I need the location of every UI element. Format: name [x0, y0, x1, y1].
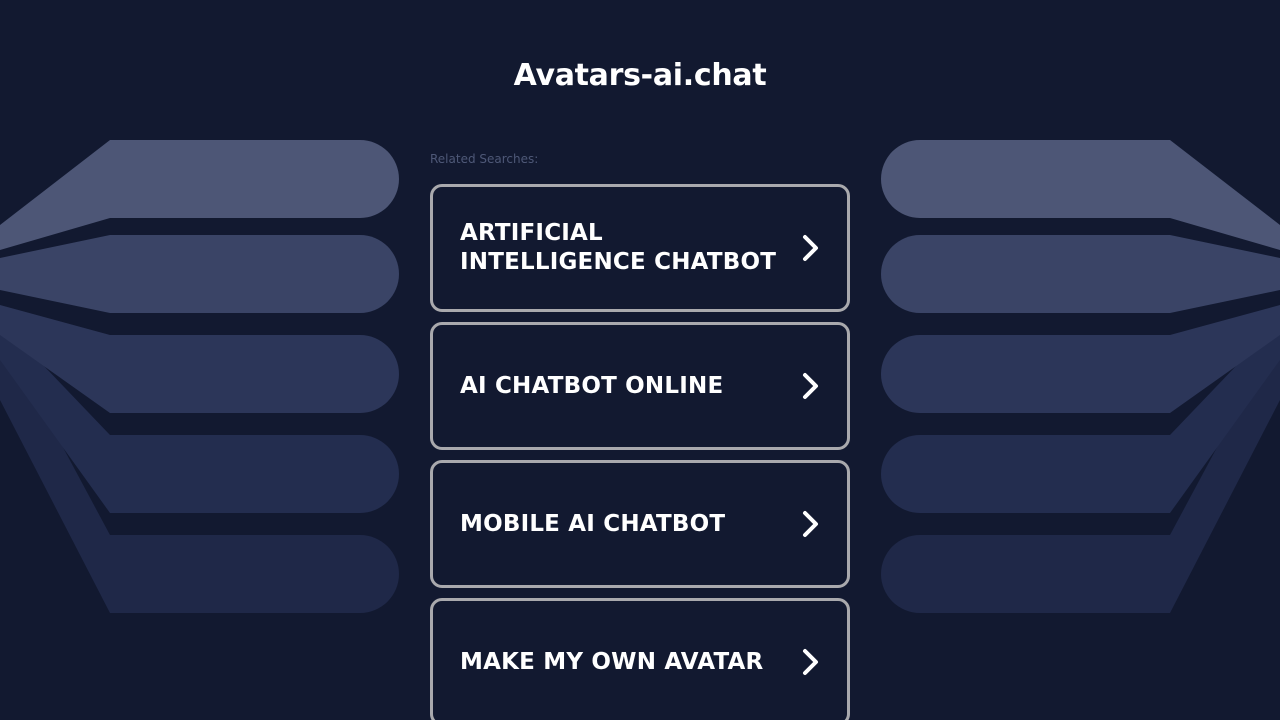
right-band-1 [881, 140, 1280, 250]
site-title: Avatars-ai.chat [513, 58, 767, 93]
related-link-label: AI CHATBOT ONLINE [460, 372, 724, 399]
related-link-make-my-own-avatar[interactable]: MAKE MY OWN AVATAR [430, 598, 850, 720]
related-link-label: MOBILE AI CHATBOT [460, 510, 726, 537]
chevron-right-icon [803, 235, 818, 261]
related-links-list: ARTIFICIAL INTELLIGENCE CHATBOT AI CHATB… [430, 184, 850, 720]
chevron-right-icon [803, 373, 818, 399]
chevron-right-icon [803, 649, 818, 675]
left-band-1 [0, 140, 399, 250]
right-band-2 [881, 235, 1280, 313]
related-link-ai-chatbot-online[interactable]: AI CHATBOT ONLINE [430, 322, 850, 450]
right-decor-bands [881, 140, 1280, 613]
left-band-2 [0, 235, 399, 313]
chevron-right-icon [803, 511, 818, 537]
related-searches-label: Related Searches: [430, 152, 539, 166]
related-link-label: ARTIFICIAL INTELLIGENCE CHATBOT [460, 220, 777, 275]
parked-domain-page: Avatars-ai.chat Related Searches: ARTIFI… [0, 0, 1280, 720]
left-decor-bands [0, 140, 399, 613]
related-link-mobile-ai-chatbot[interactable]: MOBILE AI CHATBOT [430, 460, 850, 588]
related-link-artificial-intelligence-chatbot[interactable]: ARTIFICIAL INTELLIGENCE CHATBOT [430, 184, 850, 312]
related-link-label: MAKE MY OWN AVATAR [460, 648, 764, 675]
